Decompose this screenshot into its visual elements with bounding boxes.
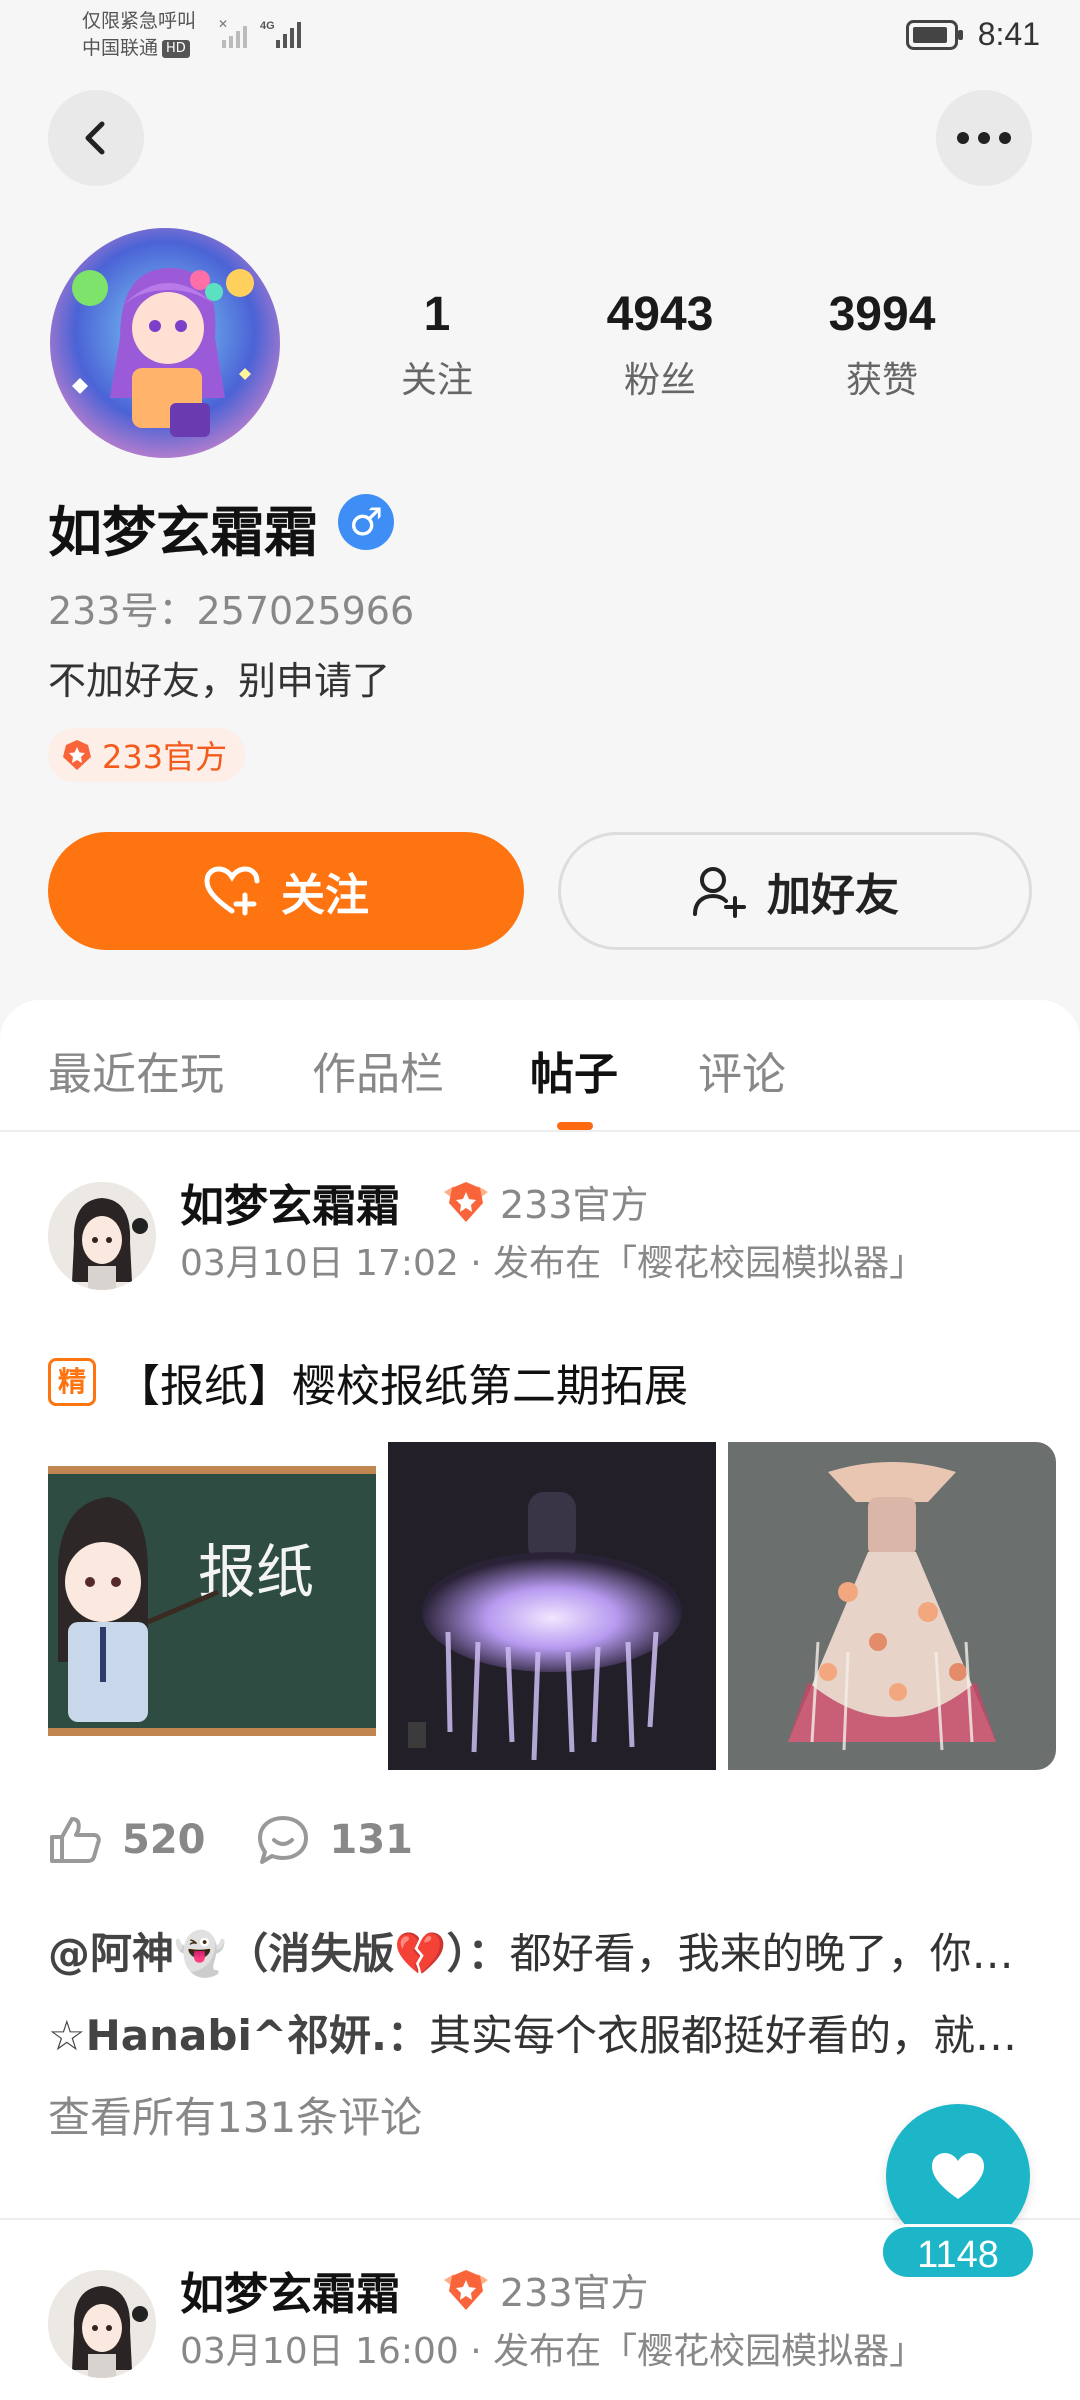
- following-stat[interactable]: 1 关注: [337, 285, 537, 403]
- user-id[interactable]: 233号：257025966: [48, 580, 414, 635]
- hd-icon: HD: [162, 39, 190, 58]
- more-dots-icon: [957, 132, 1011, 144]
- like-action[interactable]: 520: [48, 1815, 206, 1865]
- heart-plus-icon: [204, 866, 260, 916]
- follow-button[interactable]: 关注: [48, 832, 524, 950]
- post-meta: 03月10日 17:02 · 发布在「樱花校园模拟器」: [180, 1243, 926, 1284]
- svg-text:4G: 4G: [260, 20, 275, 32]
- back-button[interactable]: [48, 90, 144, 186]
- signal-icon: ✕ 4G: [218, 16, 314, 56]
- post-title-row[interactable]: 精 【报纸】樱校报纸第二期拓展: [48, 1350, 688, 1414]
- post-official-badge: 233官方: [438, 1174, 649, 1229]
- tab-posts[interactable]: 帖子: [530, 1038, 618, 1102]
- post-image-newspaper[interactable]: 报纸: [48, 1442, 376, 1770]
- add-friend-button[interactable]: 加好友: [558, 832, 1032, 950]
- post-official-label: 233官方: [500, 1183, 649, 1227]
- post-official-badge: 233官方: [438, 2262, 649, 2317]
- post-image-row: 报纸: [48, 1442, 1056, 1770]
- comment-count: 131: [329, 1817, 414, 1863]
- official-shield-icon: [444, 1181, 488, 1222]
- thumbs-up-icon: [50, 1817, 101, 1863]
- add-friend-label: 加好友: [767, 870, 899, 921]
- active-tab-indicator: [557, 1122, 593, 1130]
- carrier-info: 仅限紧急呼叫 中国联通 HD: [82, 8, 196, 62]
- view-all-comments-link[interactable]: 查看所有131条评论: [48, 2084, 422, 2145]
- comment-bubble-icon: [257, 1816, 308, 1864]
- post-image-floral-gown[interactable]: [728, 1442, 1056, 1770]
- add-person-icon: [693, 867, 746, 918]
- official-badge-label: 233官方: [102, 738, 228, 776]
- official-shield-icon: [63, 740, 91, 770]
- battery-icon: [905, 19, 963, 50]
- floating-like-count: 1148: [880, 2224, 1036, 2280]
- chevron-left-icon: [85, 121, 105, 155]
- follow-button-label: 关注: [281, 870, 369, 921]
- clock: 8:41: [977, 16, 1040, 52]
- post-image-jellyfish-dress[interactable]: [388, 1442, 716, 1770]
- profile-avatar[interactable]: [50, 228, 280, 458]
- post-author-name[interactable]: 如梦玄霜霜: [180, 2258, 400, 2322]
- male-gender-icon: ♂: [338, 494, 394, 550]
- followers-stat[interactable]: 4943 粉丝: [560, 285, 760, 403]
- like-count: 520: [122, 1817, 206, 1863]
- following-count: 1: [423, 288, 451, 341]
- comment-preview[interactable]: @阿神👻（消失版💔）：都好看，我来的晚了，你们不要杀我😅: [48, 1920, 1032, 1981]
- post-author-name[interactable]: 如梦玄霜霜: [180, 1170, 400, 1234]
- post-actions: 520 131: [48, 1814, 413, 1866]
- heart-icon: [932, 2153, 984, 2199]
- post-official-label: 233官方: [500, 2271, 649, 2315]
- likes-received-count: 3994: [828, 288, 936, 341]
- post-author-avatar[interactable]: [48, 1182, 156, 1290]
- svg-text:✕: ✕: [218, 17, 228, 31]
- profile-nickname: 如梦玄霜霜: [48, 501, 318, 564]
- post-meta: 03月10日 16:00 · 发布在「樱花校园模拟器」: [180, 2331, 926, 2372]
- comment-preview[interactable]: ☆Hanabi^祁妍.：其实每个衣服都挺好看的，就是没有男生的: [48, 2002, 1032, 2063]
- more-options-button[interactable]: [936, 90, 1032, 186]
- comment-action[interactable]: 131: [256, 1814, 414, 1866]
- status-bar: 仅限紧急呼叫 中国联通 HD ✕ 4G 8:41: [0, 0, 1080, 70]
- carrier-name: 中国联通: [82, 37, 159, 59]
- following-label: 关注: [400, 360, 473, 401]
- tab-recently-played[interactable]: 最近在玩: [48, 1038, 224, 1102]
- profile-tabs: 最近在玩 作品栏 帖子 评论: [0, 1000, 1080, 1132]
- post-title: 【报纸】樱校报纸第二期拓展: [116, 1361, 688, 1412]
- likes-stat[interactable]: 3994 获赞: [782, 285, 982, 403]
- post-author-avatar[interactable]: [48, 2270, 156, 2378]
- emergency-only-text: 仅限紧急呼叫: [82, 10, 197, 32]
- likes-received-label: 获赞: [845, 360, 918, 401]
- official-badge[interactable]: 233官方: [48, 728, 246, 782]
- profile-bio: 不加好友，别申请了: [48, 659, 391, 703]
- featured-badge: 精: [48, 1358, 96, 1406]
- tab-works[interactable]: 作品栏: [312, 1038, 444, 1102]
- tab-comments[interactable]: 评论: [698, 1038, 786, 1102]
- followers-label: 粉丝: [623, 360, 696, 401]
- official-shield-icon: [444, 2269, 488, 2310]
- floating-like-button[interactable]: 1148: [880, 2104, 1076, 2284]
- followers-count: 4943: [606, 288, 714, 341]
